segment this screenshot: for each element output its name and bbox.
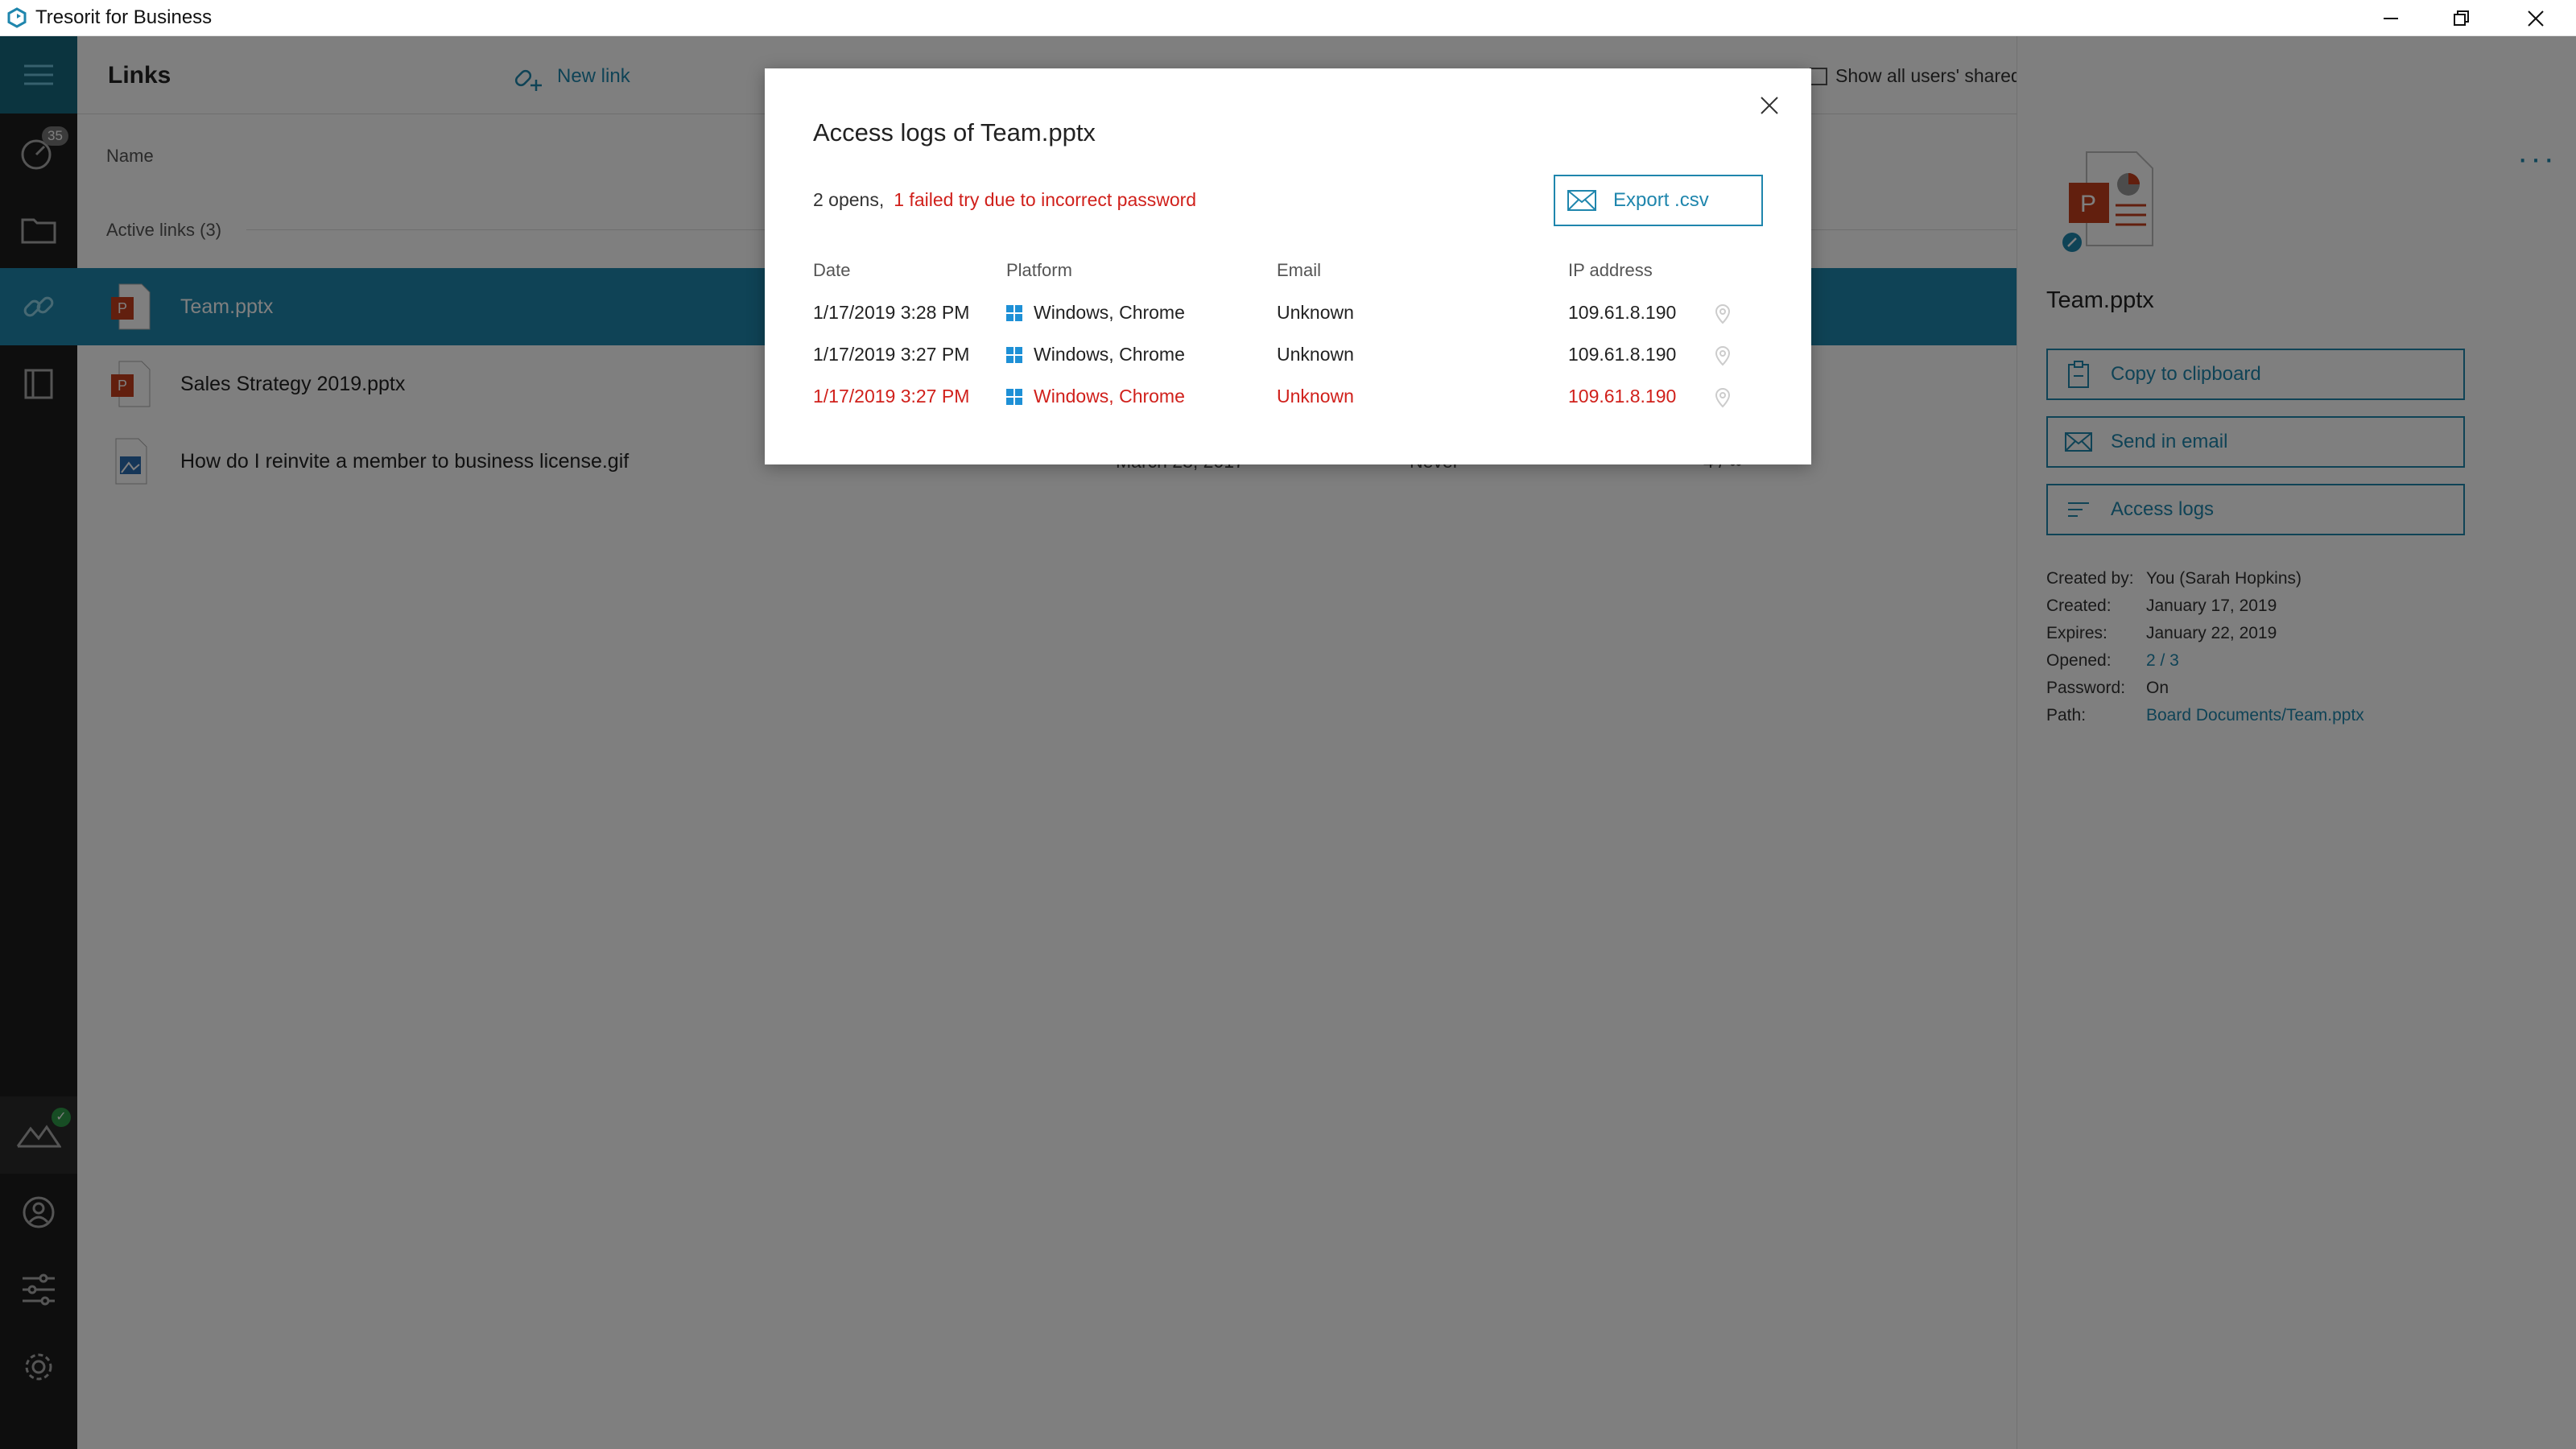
app-title: Tresorit for Business <box>35 6 213 28</box>
failed-tries: 1 failed try due to incorrect password <box>894 189 1197 210</box>
log-ip: 109.61.8.190 <box>1568 386 1677 407</box>
log-ip: 109.61.8.190 <box>1568 302 1677 323</box>
log-email: Unknown <box>1277 302 1354 323</box>
opens-count: 2 opens, <box>813 189 885 210</box>
header-email: Email <box>1277 260 1322 280</box>
email-icon <box>1567 190 1596 211</box>
export-csv-button[interactable]: Export .csv <box>1554 175 1763 226</box>
header-platform: Platform <box>1006 260 1072 280</box>
log-date: 1/17/2019 3:27 PM <box>813 344 970 365</box>
log-ip: 109.61.8.190 <box>1568 344 1677 365</box>
title-bar: Tresorit for Business <box>0 0 2576 36</box>
log-row-failed: 1/17/2019 3:27 PM Windows, Chrome Unknow… <box>765 378 1811 419</box>
log-row: 1/17/2019 3:27 PM Windows, Chrome Unknow… <box>765 336 1811 378</box>
windows-icon <box>1006 346 1022 363</box>
tresorit-logo-icon <box>7 7 27 28</box>
close-icon <box>1761 97 1778 114</box>
header-date: Date <box>813 260 851 280</box>
location-pin-icon[interactable] <box>1715 345 1731 366</box>
location-pin-icon[interactable] <box>1715 303 1731 324</box>
log-platform: Windows, Chrome <box>1006 302 1185 324</box>
log-platform: Windows, Chrome <box>1006 344 1185 365</box>
minimize-button[interactable] <box>2354 0 2428 36</box>
access-logs-dialog: Access logs of Team.pptx 2 opens, 1 faile… <box>765 68 1811 464</box>
access-summary: 2 opens, 1 failed try due to incorrect pa… <box>813 189 1196 211</box>
close-window-button[interactable] <box>2499 0 2573 36</box>
export-csv-label: Export .csv <box>1613 189 1709 211</box>
log-email: Unknown <box>1277 344 1354 365</box>
close-icon <box>2528 10 2544 27</box>
log-platform: Windows, Chrome <box>1006 386 1185 407</box>
log-email: Unknown <box>1277 386 1354 407</box>
dialog-title: Access logs of Team.pptx <box>813 118 1096 147</box>
log-row: 1/17/2019 3:28 PM Windows, Chrome Unknow… <box>765 294 1811 336</box>
restore-button[interactable] <box>2425 0 2499 36</box>
minimize-icon <box>2384 17 2398 19</box>
windows-icon <box>1006 388 1022 405</box>
dialog-close-button[interactable] <box>1752 88 1787 123</box>
restore-icon <box>2454 10 2469 26</box>
log-date: 1/17/2019 3:27 PM <box>813 386 970 407</box>
location-pin-icon[interactable] <box>1715 387 1731 408</box>
windows-icon <box>1006 304 1022 321</box>
header-ip: IP address <box>1568 260 1653 280</box>
log-date: 1/17/2019 3:28 PM <box>813 302 970 323</box>
